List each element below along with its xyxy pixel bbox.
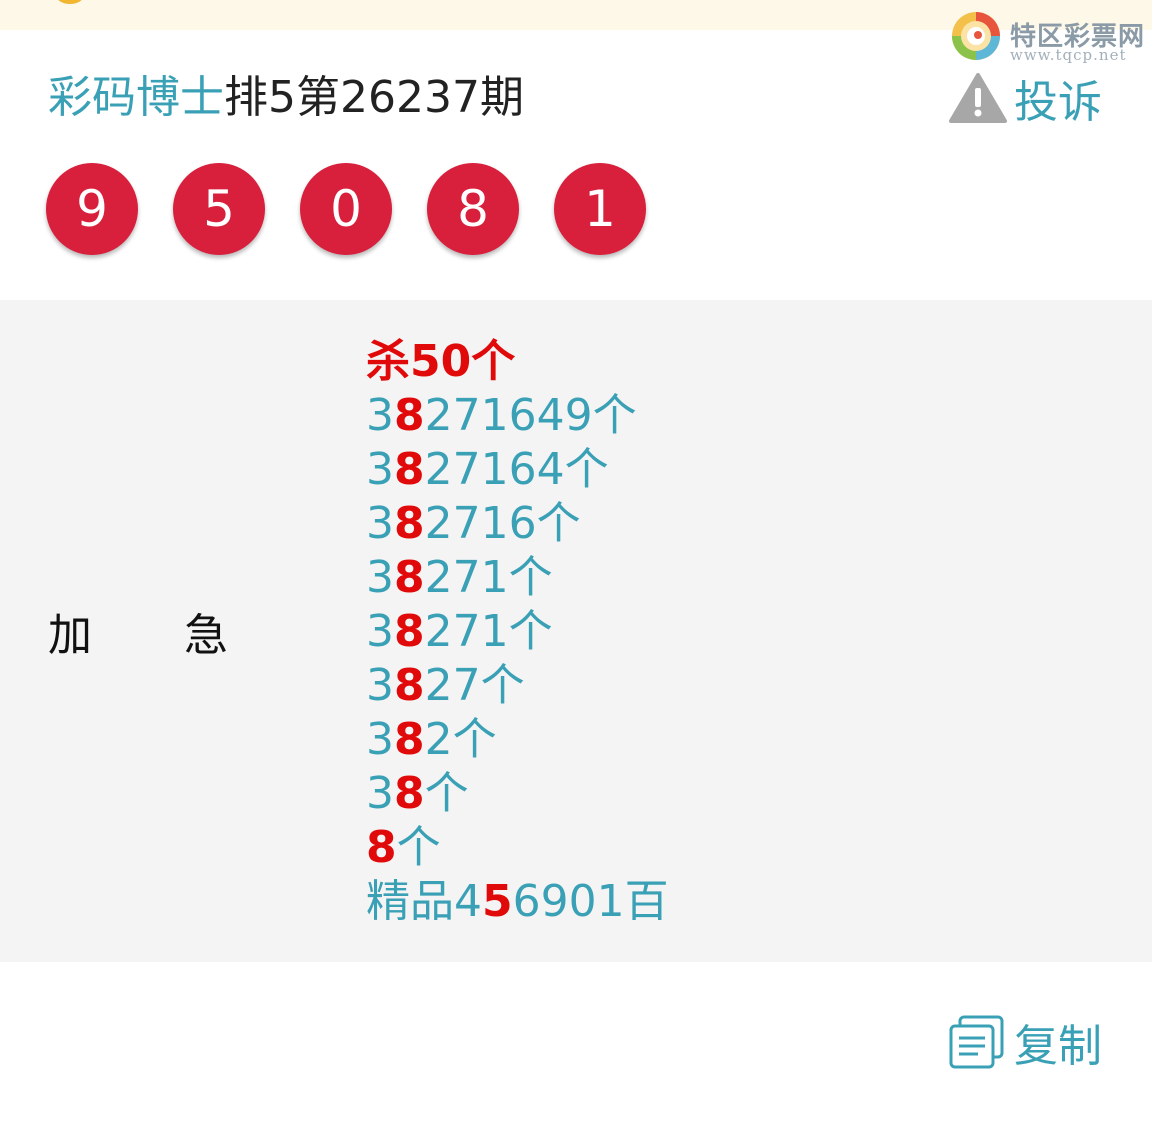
- line-highlight: 5: [482, 876, 513, 927]
- line-highlight: 8: [366, 822, 397, 873]
- page-title: 彩码博士排5第26237期: [48, 68, 524, 128]
- warning-icon: [949, 73, 1007, 123]
- draw-ball: 9: [46, 163, 138, 255]
- line-prefix: 3: [366, 444, 394, 495]
- line-suffix: 27个: [424, 660, 525, 711]
- prediction-line: 8个: [366, 821, 669, 875]
- draw-ball: 0: [300, 163, 392, 255]
- line-prefix: 3: [366, 606, 394, 657]
- line-suffix: 271个: [424, 552, 553, 603]
- brand-logo: 特区彩票网 www.tqcp.net: [950, 10, 1150, 66]
- line-suffix: 2716个: [424, 498, 581, 549]
- boutique-line: 精品456901百: [366, 875, 669, 929]
- complain-button[interactable]: 投诉: [948, 70, 1102, 128]
- line-suffix: 27164个: [424, 444, 609, 495]
- draw-ball: 1: [554, 163, 646, 255]
- issue-name: 排5第26237期: [224, 72, 524, 123]
- line-highlight: 8: [394, 660, 425, 711]
- brand-url: www.tqcp.net: [1010, 46, 1127, 64]
- prediction-line: 38271个: [366, 605, 669, 659]
- prediction-line: 38271649个: [366, 389, 669, 443]
- line-suffix: 个: [424, 768, 469, 819]
- draw-ball: 5: [173, 163, 265, 255]
- line-suffix: 2个: [424, 714, 497, 765]
- line-prefix: 3: [366, 498, 394, 549]
- prediction-line: 38271个: [366, 551, 669, 605]
- prediction-label: 加 急: [48, 300, 228, 962]
- line-prefix: 3: [366, 660, 394, 711]
- prediction-label-char: 急: [184, 610, 228, 661]
- line-highlight: 8: [394, 606, 425, 657]
- complain-label: 投诉: [1014, 77, 1102, 128]
- line-prefix: 3: [366, 714, 394, 765]
- line-prefix: 精品4: [366, 876, 482, 927]
- line-prefix: 3: [366, 552, 394, 603]
- prediction-label-char: 加: [48, 610, 92, 661]
- swirl-logo-icon: [952, 12, 1000, 60]
- copy-label: 复制: [1014, 1021, 1102, 1072]
- prediction-line: 38个: [366, 767, 669, 821]
- draw-numbers: 9 5 0 8 1: [46, 163, 681, 255]
- draw-ball: 8: [427, 163, 519, 255]
- line-highlight: 8: [394, 498, 425, 549]
- line-suffix: 271649个: [424, 390, 637, 441]
- copy-button[interactable]: 复制: [948, 1012, 1102, 1072]
- kill-line: 杀50个: [366, 336, 516, 387]
- prediction-line: 3827个: [366, 659, 669, 713]
- line-prefix: 3: [366, 390, 394, 441]
- prediction-lines: 杀50个 38271649个 3827164个 382716个 38271个 3…: [366, 335, 669, 929]
- source-name: 彩码博士: [48, 72, 224, 123]
- prediction-line: 382716个: [366, 497, 669, 551]
- line-highlight: 8: [394, 444, 425, 495]
- coin-icon: [56, 0, 84, 4]
- prediction-line: 3827164个: [366, 443, 669, 497]
- prediction-line: 382个: [366, 713, 669, 767]
- line-suffix: 271个: [424, 606, 553, 657]
- line-highlight: 8: [394, 390, 425, 441]
- line-highlight: 8: [394, 714, 425, 765]
- copy-icon: [949, 1015, 1004, 1069]
- line-highlight: 8: [394, 768, 425, 819]
- line-highlight: 8: [394, 552, 425, 603]
- line-prefix: 3: [366, 768, 394, 819]
- line-suffix: 个: [396, 822, 441, 873]
- line-suffix: 6901百: [512, 876, 669, 927]
